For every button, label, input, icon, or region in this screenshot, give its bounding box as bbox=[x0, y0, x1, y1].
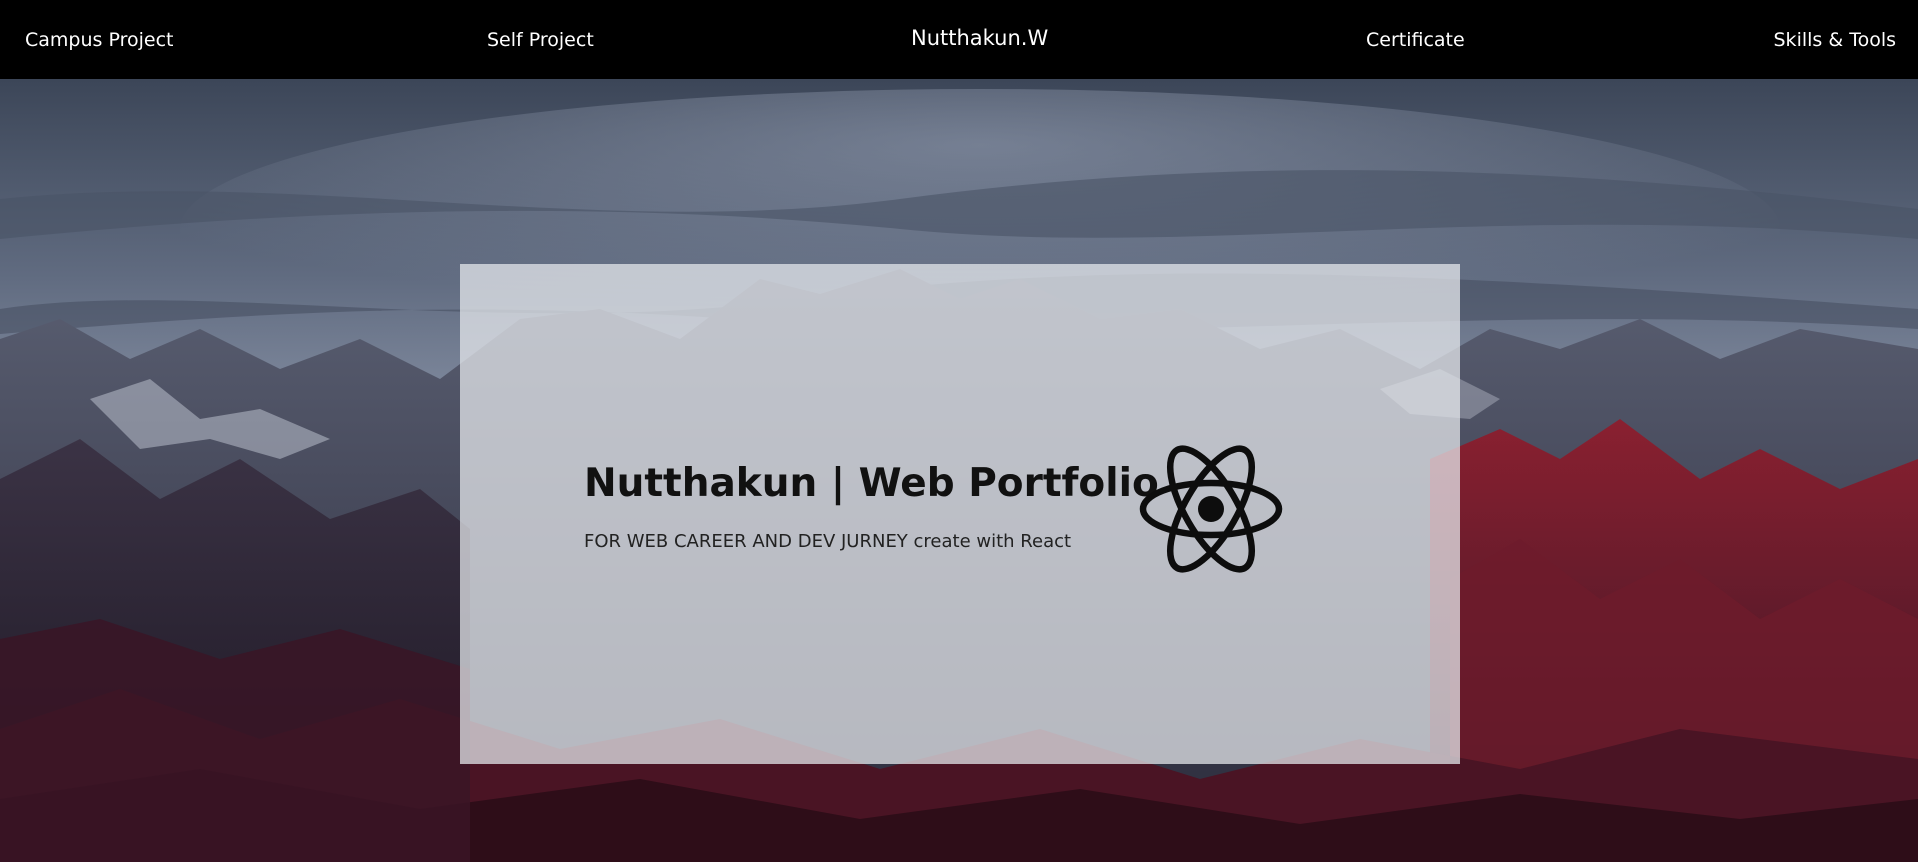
portfolio-page: Campus Project Self Project Nutthakun.W … bbox=[0, 0, 1918, 862]
nav-brand[interactable]: Nutthakun.W bbox=[911, 26, 1048, 50]
nav-skills-tools[interactable]: Skills & Tools bbox=[1774, 28, 1897, 52]
top-navigation: Campus Project Self Project Nutthakun.W … bbox=[0, 0, 1918, 79]
page-title: Nutthakun | Web Portfolio bbox=[584, 461, 1159, 506]
hero-section: Nutthakun | Web Portfolio FOR WEB CAREER… bbox=[0, 79, 1918, 862]
page-subtitle: FOR WEB CAREER AND DEV JURNEY create wit… bbox=[584, 531, 1072, 552]
intro-card: Nutthakun | Web Portfolio FOR WEB CAREER… bbox=[460, 264, 1460, 764]
nav-campus-project[interactable]: Campus Project bbox=[25, 28, 173, 52]
react-atom-icon bbox=[1139, 445, 1283, 573]
nav-self-project[interactable]: Self Project bbox=[487, 28, 594, 52]
nav-certificate[interactable]: Certificate bbox=[1366, 28, 1465, 52]
